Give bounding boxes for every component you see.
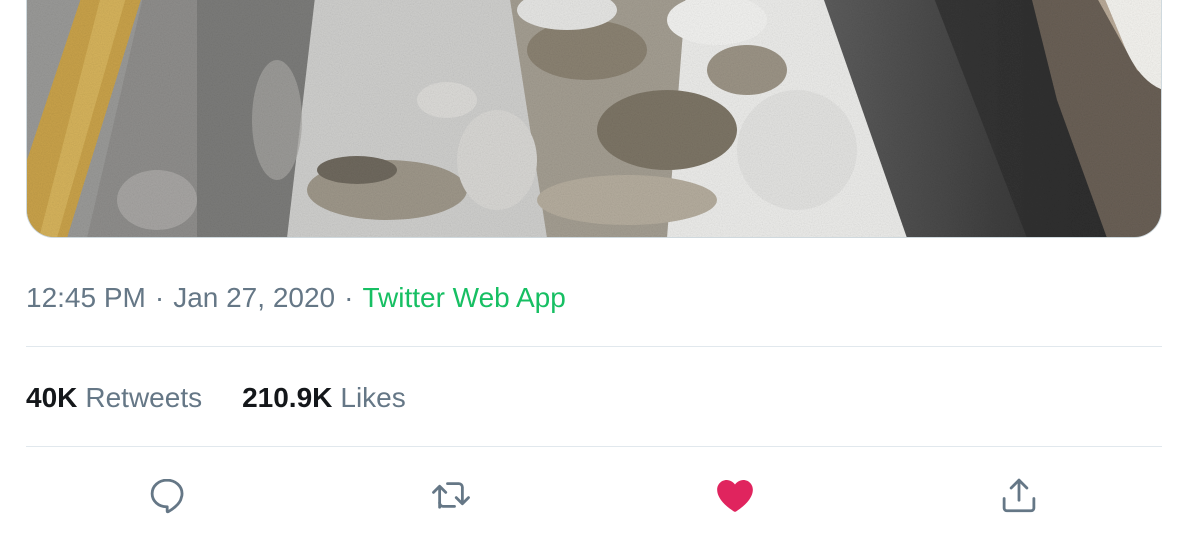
divider — [26, 446, 1162, 447]
meta-separator: · — [344, 282, 354, 313]
tweet-photo[interactable] — [26, 0, 1162, 238]
retweet-button[interactable] — [418, 462, 484, 528]
tweet-date[interactable]: Jan 27, 2020 — [173, 282, 335, 314]
retweets-count: 40K — [26, 382, 78, 413]
tweet-actions — [26, 462, 1162, 528]
share-icon — [1002, 478, 1036, 513]
meta-separator: · — [154, 282, 165, 313]
heart-filled-icon — [717, 479, 753, 512]
share-button[interactable] — [986, 462, 1052, 528]
retweets-label: Retweets — [85, 382, 203, 413]
tweet-time[interactable]: 12:45 PM — [26, 282, 146, 314]
likes-stat[interactable]: 210.9K Likes — [242, 382, 406, 414]
reply-button[interactable] — [134, 462, 200, 528]
retweets-stat[interactable]: 40K Retweets — [26, 382, 202, 414]
like-button[interactable] — [702, 462, 768, 528]
tweet-stats: 40K Retweets 210.9K Likes — [26, 376, 446, 420]
snowy-road-photo — [27, 0, 1161, 237]
divider — [26, 346, 1162, 347]
tweet-source-link[interactable]: Twitter Web App — [362, 282, 565, 314]
likes-count: 210.9K — [242, 382, 333, 413]
retweet-icon — [432, 482, 470, 509]
likes-label: Likes — [340, 382, 406, 413]
tweet-meta: 12:45 PM · Jan 27, 2020 · Twitter Web Ap… — [26, 276, 566, 320]
reply-icon — [150, 478, 184, 514]
